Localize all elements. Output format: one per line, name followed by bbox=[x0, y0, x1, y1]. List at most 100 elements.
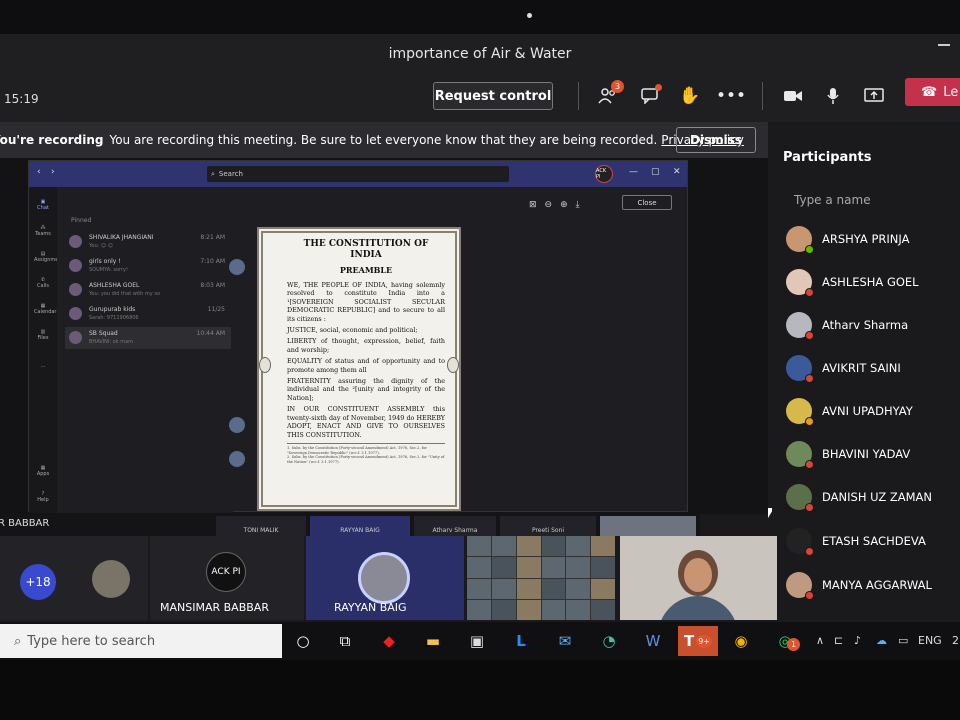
toolbar-divider bbox=[578, 82, 579, 110]
chat-list-item: Gurupurab kids Sarah: 9711906806 11/25 bbox=[65, 303, 231, 325]
doc-paragraph: JUSTICE, social, economic and political; bbox=[287, 326, 418, 335]
participant-row[interactable]: AVNI UPADHYAY bbox=[786, 396, 960, 426]
shared-minimize-icon: — bbox=[629, 167, 638, 177]
chat-preview: You: ☺ ☺ bbox=[89, 243, 113, 249]
tray-network-icon[interactable]: ⊏ bbox=[834, 634, 843, 647]
forward-arrow-icon: › bbox=[51, 167, 55, 177]
participants-icon[interactable]: 3 bbox=[594, 80, 624, 110]
chat-time: 8:03 AM bbox=[200, 282, 225, 289]
avatar: ACK PI bbox=[206, 552, 246, 592]
gallery-together-mode[interactable] bbox=[467, 536, 615, 620]
tray-clock[interactable]: 2 bbox=[952, 634, 959, 647]
file-explorer-icon[interactable]: ▬ bbox=[418, 626, 448, 656]
mail-icon[interactable]: ✉ bbox=[550, 626, 580, 656]
film-tile[interactable]: RAYYAN BAIG bbox=[310, 516, 410, 536]
window-title: importance of Air & Water bbox=[388, 46, 572, 62]
rail-calendar-icon: ▦ Calendar bbox=[34, 303, 57, 315]
gallery-tile[interactable]: ACK PI MANSIMAR BABBAR bbox=[150, 536, 304, 620]
shared-search-bar: ⌕ Search bbox=[207, 166, 509, 182]
participant-row[interactable]: Atharv Sharma bbox=[786, 310, 960, 340]
gallery-tile-active[interactable]: RAYYAN BAIG bbox=[306, 536, 464, 620]
search-icon: ⌕ bbox=[211, 169, 215, 178]
shared-teams-window: ‹ › ⌕ Search ACK PI — ▢ ✕ ▣ Chat ⁂ Teams ▤… bbox=[28, 160, 688, 513]
avatar bbox=[786, 572, 814, 600]
presence-icon bbox=[805, 288, 814, 297]
participant-row[interactable]: MANYA AGGARWAL bbox=[786, 570, 960, 600]
presence-icon bbox=[805, 503, 814, 512]
dismiss-button[interactable]: Dismiss bbox=[676, 127, 756, 153]
chat-icon[interactable] bbox=[636, 82, 664, 110]
tray-language[interactable]: ENG bbox=[918, 634, 942, 647]
camera-icon[interactable] bbox=[779, 82, 807, 110]
hang-up-icon: ☎ bbox=[921, 84, 938, 100]
meeting-clock: 15:19 bbox=[4, 92, 39, 106]
participants-title: Participants bbox=[783, 150, 872, 165]
whatsapp-badge: 1 bbox=[787, 638, 800, 651]
tray-chevron-icon[interactable]: ∧ bbox=[816, 634, 824, 647]
participant-row[interactable]: DANISH UZ ZAMAN bbox=[786, 482, 960, 512]
doc-paragraph: FRATERNITY assuring the dignity of the i… bbox=[287, 377, 445, 402]
film-tile[interactable]: TONI MALIK bbox=[216, 516, 306, 536]
presence-icon bbox=[805, 591, 814, 600]
back-arrow-icon: ‹ bbox=[37, 167, 41, 177]
teams-taskbar-icon[interactable]: T 9+ bbox=[678, 626, 718, 656]
chrome-icon[interactable]: ◉ bbox=[726, 626, 756, 656]
film-tile[interactable] bbox=[600, 516, 696, 536]
participant-search-input[interactable]: Type a name bbox=[784, 188, 952, 212]
task-view-icon[interactable]: ⧉ bbox=[330, 626, 360, 656]
store-icon[interactable]: ▣ bbox=[462, 626, 492, 656]
chat-list-item: SB Squad BHAVINI: ok mam 10:44 AM bbox=[65, 327, 231, 349]
participant-name: BHAVINI YADAV bbox=[822, 447, 911, 461]
rail-apps-icon: ▦ Apps bbox=[36, 465, 50, 477]
participant-row[interactable]: ASHLESHA GOEL bbox=[786, 267, 960, 297]
microphone-icon[interactable] bbox=[819, 82, 847, 110]
mcafee-icon[interactable]: ◆ bbox=[374, 626, 404, 656]
whatsapp-icon[interactable]: ◎ 1 bbox=[770, 626, 800, 656]
doc-paragraph: LIBERTY of thought, expression, belief, … bbox=[287, 337, 445, 354]
request-control-button[interactable]: Request control bbox=[433, 82, 553, 110]
screen: importance of Air & Water 15:19 Request … bbox=[0, 0, 960, 720]
tray-onedrive-icon[interactable]: ☁ bbox=[876, 634, 887, 647]
chat-time: 11/25 bbox=[207, 306, 225, 313]
taskbar-search-input[interactable]: ⌕ Type here to search bbox=[0, 624, 282, 658]
viewer-close-button: Close bbox=[622, 195, 672, 210]
word-icon[interactable]: W bbox=[638, 626, 668, 656]
doc-paragraph: WE, THE PEOPLE OF INDIA, having solemnly… bbox=[287, 281, 445, 323]
avatar bbox=[92, 560, 130, 598]
doc-subtitle: PREAMBLE bbox=[339, 265, 393, 275]
leave-button[interactable]: ☎ Le bbox=[905, 78, 960, 106]
more-options-icon[interactable]: ••• bbox=[716, 82, 746, 110]
film-tile[interactable]: Atharv Sharma bbox=[414, 516, 496, 536]
gallery-tile-overflow[interactable]: +18 bbox=[0, 536, 148, 620]
tray-battery-icon[interactable]: ▭ bbox=[898, 634, 908, 647]
rail-teams-icon: ⁂ Teams bbox=[35, 225, 51, 237]
cortana-icon[interactable]: ○ bbox=[288, 626, 318, 656]
launcher-icon[interactable]: L bbox=[506, 626, 536, 656]
search-icon: ⌕ bbox=[14, 633, 22, 649]
raise-hand-icon[interactable]: ✋ bbox=[676, 82, 704, 110]
participant-row[interactable]: BHAVINI YADAV bbox=[786, 439, 960, 469]
self-video-tile[interactable] bbox=[620, 536, 777, 620]
participant-row[interactable]: ETASH SACHDEVA bbox=[786, 526, 960, 556]
share-screen-icon[interactable] bbox=[860, 82, 888, 110]
chat-name: SB Squad bbox=[89, 330, 118, 337]
avatar bbox=[786, 441, 814, 469]
avatar bbox=[786, 528, 814, 556]
chat-list-item: girls only ! SOUMYA: sorry! 7:10 AM bbox=[65, 255, 231, 277]
more-participants-badge[interactable]: +18 bbox=[20, 564, 56, 600]
edge-icon[interactable]: ◔ bbox=[594, 626, 624, 656]
tray-volume-icon[interactable]: ♪ bbox=[854, 634, 861, 647]
doc-ornament-right bbox=[447, 357, 459, 373]
minimize-icon[interactable] bbox=[938, 44, 950, 46]
avatar bbox=[358, 552, 410, 604]
participant-row[interactable]: AVIKRIT SAINI bbox=[786, 353, 960, 383]
chat-avatar bbox=[69, 283, 82, 296]
doc-footnotes: 1. Subs. by the Constitution (Forty-seco… bbox=[287, 442, 445, 464]
rail-help-icon: ? Help bbox=[37, 491, 49, 503]
participant-name: ARSHYA PRINJA bbox=[822, 232, 910, 246]
film-tile[interactable]: Preeti Soni bbox=[500, 516, 596, 536]
participant-row[interactable]: ARSHYA PRINJA bbox=[786, 224, 960, 254]
video-face bbox=[684, 558, 712, 592]
rail-more-icon: ... bbox=[40, 363, 46, 369]
recording-title: You're recording bbox=[0, 133, 104, 147]
